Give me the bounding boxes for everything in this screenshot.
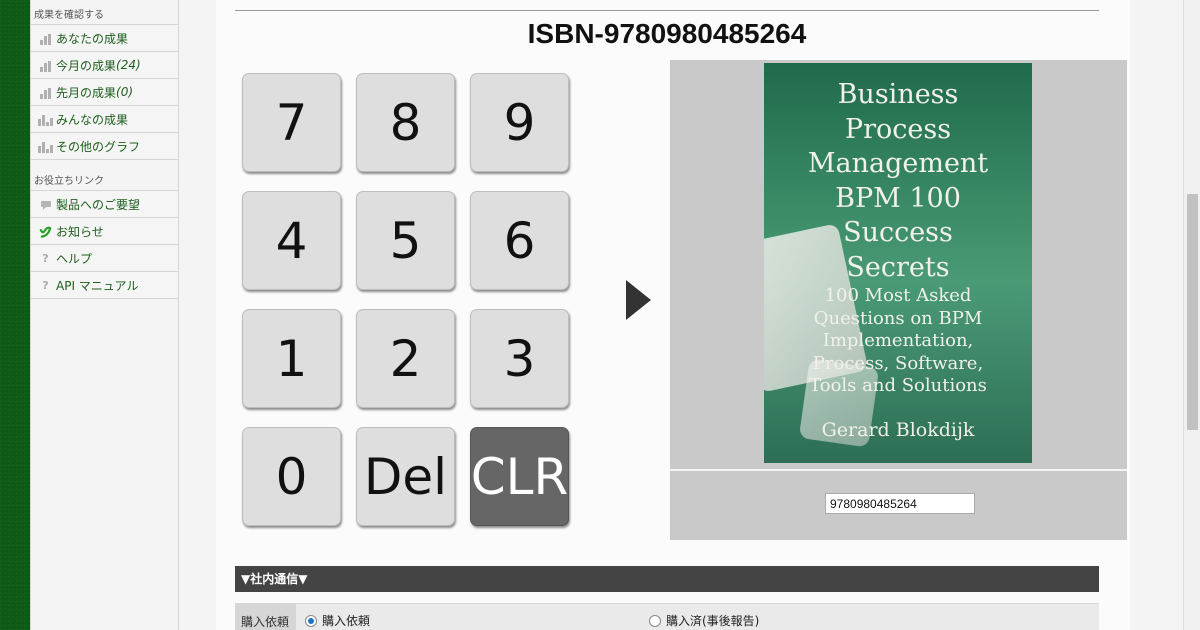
key-8[interactable]: 8 bbox=[356, 73, 455, 172]
numeric-keypad: 7 8 9 4 5 6 1 2 3 0 Del CLR bbox=[242, 73, 572, 528]
key-6[interactable]: 6 bbox=[470, 191, 569, 290]
sidebar-item-label: 今月の成果 bbox=[56, 58, 117, 73]
sidebar: 成果を確認する あなたの成果 今月の成果 (24) 先月の成果 (0) みんなの成果… bbox=[31, 0, 179, 630]
help-icon: ? bbox=[42, 278, 49, 292]
scrollbar-thumb[interactable] bbox=[1187, 194, 1198, 430]
radio-selected-icon bbox=[305, 614, 317, 627]
feedback-icon bbox=[39, 198, 52, 211]
sidebar-item-news[interactable]: お知らせ bbox=[31, 218, 178, 245]
group-chart-icon bbox=[38, 113, 53, 126]
sidebar-item-api-manual[interactable]: ? API マニュアル bbox=[31, 272, 178, 299]
radio-unselected-icon bbox=[649, 614, 661, 627]
sidebar-item-everyone[interactable]: みんなの成果 bbox=[31, 106, 178, 133]
main-panel: ISBN-9780980485264 7 8 9 4 5 6 1 2 3 0 D… bbox=[216, 0, 1130, 630]
bar-chart-icon bbox=[39, 32, 52, 45]
sidebar-item-count: (0) bbox=[116, 85, 134, 99]
radio-purchase-request[interactable]: 購入依頼 bbox=[305, 612, 370, 629]
app-shell: 成果を確認する あなたの成果 今月の成果 (24) 先月の成果 (0) みんなの成果… bbox=[30, 0, 1183, 630]
sidebar-item-label: みんなの成果 bbox=[56, 112, 129, 127]
key-clear[interactable]: CLR bbox=[470, 427, 569, 526]
key-4[interactable]: 4 bbox=[242, 191, 341, 290]
vertical-scrollbar[interactable] bbox=[1183, 0, 1200, 630]
purchase-label: 購入依頼 bbox=[235, 604, 296, 630]
sidebar-item-other-graphs[interactable]: その他のグラフ bbox=[31, 133, 178, 160]
key-2[interactable]: 2 bbox=[356, 309, 455, 408]
help-icon: ? bbox=[42, 251, 49, 265]
key-5[interactable]: 5 bbox=[356, 191, 455, 290]
book-subtitle: 100 Most Asked Questions on BPM Implemen… bbox=[809, 285, 987, 396]
sidebar-item-label: あなたの成果 bbox=[56, 31, 129, 46]
bar-chart-icon bbox=[39, 59, 52, 72]
group-chart-icon bbox=[38, 140, 53, 153]
page-title: ISBN-9780980485264 bbox=[527, 18, 807, 49]
sidebar-item-requests[interactable]: 製品へのご要望 bbox=[31, 191, 178, 218]
key-3[interactable]: 3 bbox=[470, 309, 569, 408]
sidebar-item-last-month[interactable]: 先月の成果 (0) bbox=[31, 79, 178, 106]
section-header-internal-news[interactable]: ▼社内通信▼ bbox=[235, 566, 1099, 592]
book-title: Business Process Management BPM 100 Succ… bbox=[807, 79, 989, 283]
divider bbox=[670, 469, 1127, 471]
sidebar-item-label: ヘルプ bbox=[56, 251, 93, 266]
sidebar-item-label: API マニュアル bbox=[56, 278, 139, 293]
sidebar-item-help[interactable]: ? ヘルプ bbox=[31, 245, 178, 272]
bar-chart-icon bbox=[39, 86, 52, 99]
sidebar-links-list: 製品へのご要望 お知らせ ? ヘルプ ? API マニュアル bbox=[31, 190, 178, 299]
sidebar-item-label: 先月の成果 bbox=[56, 85, 117, 100]
sidebar-item-your-results[interactable]: あなたの成果 bbox=[31, 25, 178, 52]
key-1[interactable]: 1 bbox=[242, 309, 341, 408]
radio-purchased-report[interactable]: 購入済(事後報告) bbox=[649, 612, 759, 629]
sidebar-item-label: お知らせ bbox=[56, 224, 104, 239]
sidebar-section-title-links: お役立ちリンク bbox=[34, 176, 104, 187]
key-9[interactable]: 9 bbox=[470, 73, 569, 172]
purchase-request-row: 購入依頼 購入依頼 購入済(事後報告) bbox=[235, 603, 1099, 630]
book-cover-image: Business Process Management BPM 100 Succ… bbox=[764, 63, 1032, 463]
divider bbox=[235, 10, 1099, 11]
book-author: Gerard Blokdijk bbox=[821, 419, 975, 441]
sidebar-item-count: (24) bbox=[116, 58, 141, 72]
notice-icon bbox=[39, 225, 52, 238]
sidebar-item-label: その他のグラフ bbox=[56, 139, 141, 154]
key-7[interactable]: 7 bbox=[242, 73, 341, 172]
book-preview-panel: Business Process Management BPM 100 Succ… bbox=[670, 60, 1127, 540]
sidebar-item-label: 製品へのご要望 bbox=[56, 197, 141, 212]
isbn-input[interactable] bbox=[825, 493, 975, 514]
sidebar-section-title-results: 成果を確認する bbox=[34, 10, 104, 21]
sidebar-results-list: あなたの成果 今月の成果 (24) 先月の成果 (0) みんなの成果 その他のグラフ bbox=[31, 24, 178, 160]
key-0[interactable]: 0 bbox=[242, 427, 341, 526]
arrow-right-icon bbox=[626, 280, 651, 320]
sidebar-item-this-month[interactable]: 今月の成果 (24) bbox=[31, 52, 178, 79]
key-delete[interactable]: Del bbox=[356, 427, 455, 526]
